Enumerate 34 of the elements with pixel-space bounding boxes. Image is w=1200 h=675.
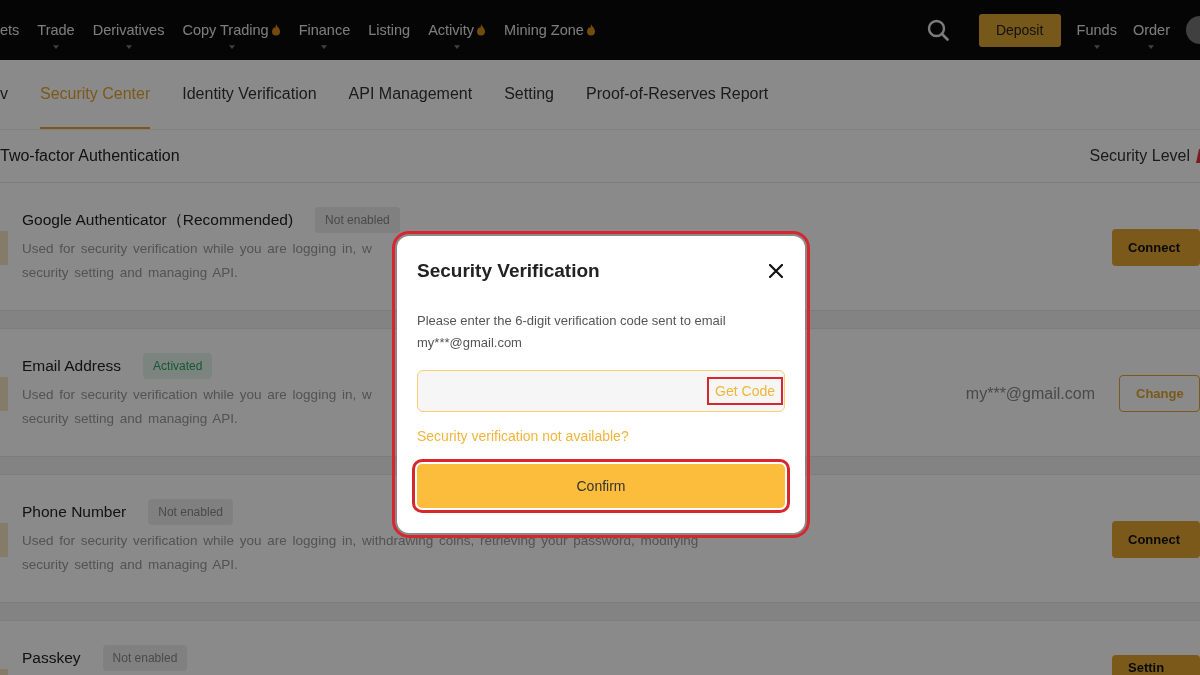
method-title: Phone Number [22, 503, 127, 521]
method-title: Passkey [22, 649, 81, 667]
security-level-label: Security Level [1089, 147, 1190, 165]
tab[interactable]: v [0, 60, 8, 129]
nav-link[interactable]: Trade [37, 22, 75, 38]
method-title: Email Address [22, 357, 122, 375]
method-title: Google Authenticator（Recommended) [22, 209, 294, 230]
tab[interactable]: Setting [504, 60, 554, 129]
tab[interactable]: API Management [348, 60, 473, 129]
nav-link[interactable]: Activity [428, 22, 487, 38]
deposit-button[interactable]: Deposit [978, 13, 1061, 47]
nav-link[interactable]: Mining Zone [504, 22, 596, 38]
dialog-title: Security Verification [417, 260, 600, 282]
section-title: Two-factor Authentication [0, 147, 180, 165]
method-icon [0, 523, 8, 557]
dialog-message: Please enter the 6-digit verification code sent to email my***@gmail.com [417, 312, 727, 352]
action-button[interactable]: Settin [1112, 655, 1200, 675]
email-value: my***@gmail.com [965, 384, 1095, 403]
nav-link[interactable]: Order [1132, 22, 1170, 38]
nav-link[interactable]: Finance [298, 22, 351, 38]
nav-link[interactable]: Listing [368, 22, 411, 38]
nav-link[interactable]: Copy Trading [182, 22, 281, 38]
method-icon [0, 231, 8, 265]
tab[interactable]: Identity Verification [182, 60, 317, 129]
close-icon[interactable] [769, 264, 783, 278]
method-icon [0, 377, 8, 411]
nav-link[interactable]: Derivatives [92, 22, 165, 38]
status-badge: Activated [143, 353, 213, 379]
action-button[interactable]: Connect [1112, 521, 1200, 558]
tab[interactable]: Proof-of-Reserves Report [586, 60, 769, 129]
nav-link[interactable]: Funds [1076, 22, 1117, 38]
nav-link[interactable]: ets [0, 22, 20, 38]
search-icon[interactable] [926, 19, 949, 41]
action-button[interactable]: Connect [1112, 229, 1200, 266]
